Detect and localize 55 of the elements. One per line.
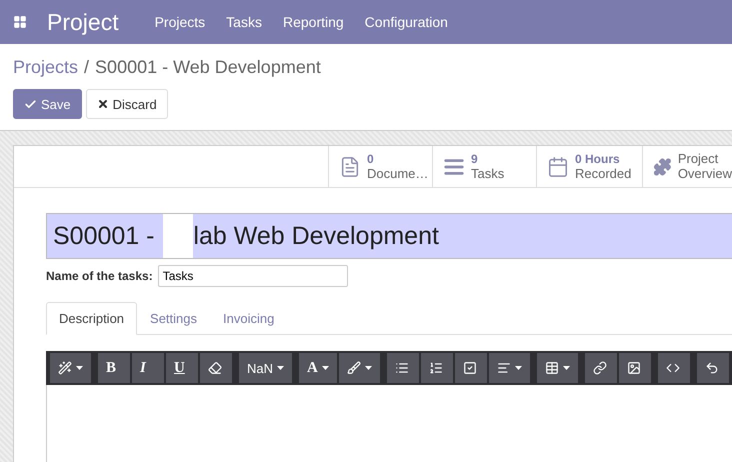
eraser-button[interactable]: [200, 353, 232, 383]
serif-button[interactable]: A: [299, 353, 337, 383]
check-button[interactable]: [454, 353, 487, 383]
table-button[interactable]: [536, 353, 578, 383]
ordered-button[interactable]: [420, 353, 453, 383]
checkbox-icon: [462, 361, 477, 375]
tab[interactable]: Settings: [137, 302, 210, 335]
undo-button[interactable]: [696, 353, 729, 383]
breadcrumb-link[interactable]: Projects: [13, 57, 78, 78]
undo-icon: [704, 361, 719, 375]
field-label: Name of the tasks:: [46, 269, 153, 283]
stat-button[interactable]: 9 Tasks: [432, 146, 536, 187]
link-button[interactable]: [584, 353, 617, 383]
close-icon: [96, 98, 109, 110]
menu-item[interactable]: Projects: [154, 14, 206, 30]
menu-item[interactable]: Configuration: [364, 14, 448, 30]
magic-wand-icon: [58, 361, 72, 375]
underline-button[interactable]: U: [166, 353, 198, 383]
link-icon: [592, 361, 607, 375]
stat-button[interactable]: 0 Hours Recorded: [536, 146, 642, 187]
save-button[interactable]: Save: [13, 89, 82, 119]
bold-button[interactable]: B: [98, 353, 130, 383]
tab[interactable]: Description: [46, 302, 138, 335]
image-button[interactable]: [618, 353, 651, 383]
stat-button[interactable]: Project Overview: [642, 146, 732, 187]
eraser-icon: [208, 361, 222, 375]
name-input[interactable]: Tasks: [158, 265, 348, 287]
image-icon: [626, 361, 641, 375]
title-field[interactable]: S00001 - lab Web Development: [46, 213, 732, 259]
align-icon: [496, 361, 511, 375]
brush-icon: [346, 361, 361, 375]
document-icon: [339, 156, 361, 178]
apps-menu-icon[interactable]: [13, 15, 27, 29]
stat-button[interactable]: 0 Docume…: [328, 146, 432, 187]
menu-item[interactable]: Tasks: [226, 14, 262, 30]
list-button[interactable]: [386, 353, 419, 383]
menu-item[interactable]: Reporting: [282, 14, 344, 30]
bullet-list-icon: [394, 361, 409, 375]
discard-button[interactable]: Discard: [86, 89, 168, 119]
breadcrumb-separator: /: [84, 57, 90, 78]
breadcrumb-current: S00001 - Web Development: [95, 57, 321, 78]
text-button[interactable]: NaN: [239, 353, 292, 383]
align-button[interactable]: [488, 353, 530, 383]
tab[interactable]: Invoicing: [210, 302, 288, 335]
code-button[interactable]: [658, 353, 690, 383]
code-icon: [666, 361, 680, 375]
puzzle-icon: [653, 156, 672, 178]
numbered-list-icon: [428, 361, 443, 375]
italic-button[interactable]: I: [132, 353, 164, 383]
magic-button[interactable]: [50, 353, 91, 383]
table-icon: [544, 361, 559, 375]
calendar-icon: [547, 156, 569, 178]
check-icon: [24, 98, 37, 110]
app-name: Project: [47, 8, 119, 36]
brush-button[interactable]: [338, 353, 380, 383]
